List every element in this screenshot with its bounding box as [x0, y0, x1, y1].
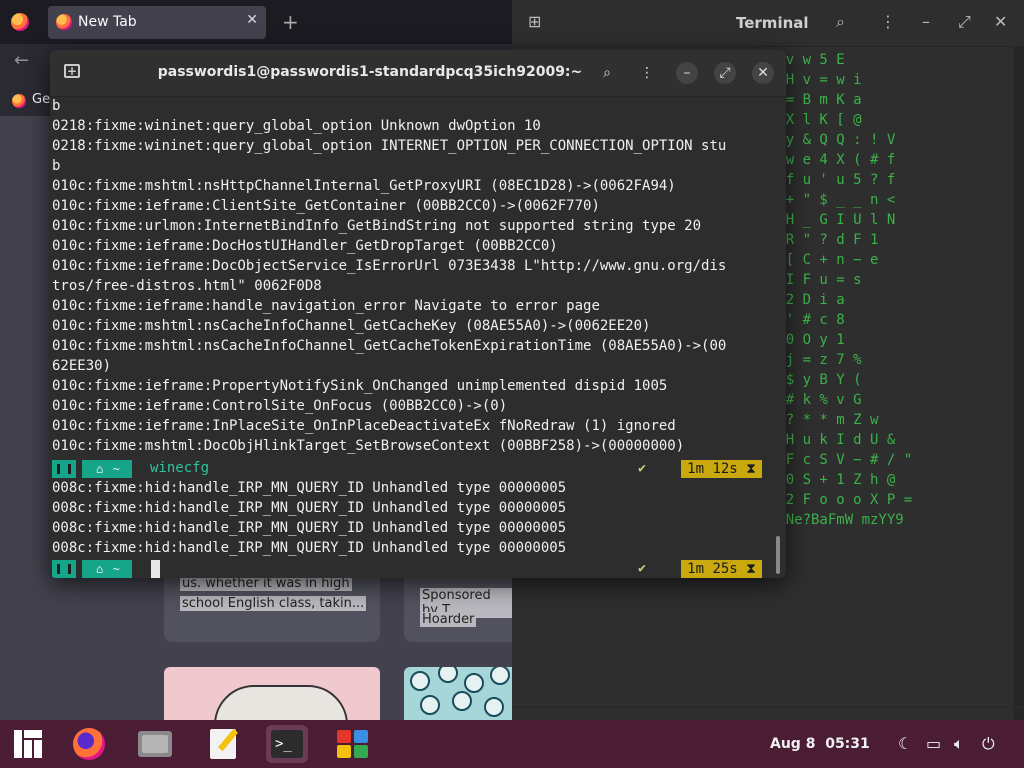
firefox-icon[interactable] [68, 725, 110, 763]
menu-icon[interactable]: ⋮ [880, 12, 896, 31]
terminal-line: 010c:fixme:mshtml:nsCacheInfoChannel_Get… [52, 318, 651, 334]
bookmark-favicon-icon [12, 94, 26, 108]
display-icon[interactable]: ▭ [926, 734, 941, 753]
terminal-line: 008c:fixme:hid:handle_IRP_MN_QUERY_ID Un… [52, 500, 567, 516]
terminal-title: passwordis1@passwordis1-standardpcq35ich… [157, 64, 583, 80]
maximize-icon[interactable]: ⤢ [714, 62, 736, 84]
terminal-line: 0218:fixme:wininet:query_global_option I… [52, 138, 727, 154]
command-duration: 1m 25s ⧗ [681, 560, 762, 578]
minimize-icon[interactable]: – [676, 62, 698, 84]
home-icon: ⌂ [96, 462, 104, 476]
software-icon[interactable] [332, 725, 374, 763]
terminal-window[interactable]: + passwordis1@passwordis1-standardpcq35i… [50, 50, 786, 578]
night-mode-icon[interactable]: ☾ [898, 734, 912, 753]
story-card-excerpt-1: us. whether it was in high [180, 576, 352, 591]
browser-tab-new-tab[interactable]: New Tab ✕ [48, 6, 266, 39]
close-icon[interactable]: ✕ [994, 12, 1007, 31]
terminal-line: 010c:fixme:ieframe:DocObjectService_IsEr… [52, 258, 727, 274]
clock[interactable]: Aug 8 05:31 [770, 736, 870, 752]
terminal-line: 010c:fixme:mshtml:nsCacheInfoChannel_Get… [52, 338, 727, 354]
divider [512, 706, 1024, 708]
prompt-path: ⌂ ~ [82, 560, 132, 578]
terminal-line: 010c:fixme:ieframe:ClientSite_GetContain… [52, 198, 600, 214]
background-terminal-title: Terminal [736, 14, 809, 32]
terminal-line: 008c:fixme:hid:handle_IRP_MN_QUERY_ID Un… [52, 480, 567, 496]
terminal-scrollbar[interactable] [776, 536, 780, 574]
search-icon[interactable]: ⌕ [596, 62, 618, 84]
minimize-icon[interactable]: – [922, 12, 930, 31]
terminal-line: 008c:fixme:hid:handle_IRP_MN_QUERY_ID Un… [52, 540, 567, 556]
taskbar: >_ Aug 8 05:31 ☾ ▭ 🔈︎ ⏻ [0, 720, 1024, 768]
home-icon: ⌂ [96, 562, 104, 576]
background-terminal-scrollbar[interactable] [1014, 46, 1024, 720]
clock-time: 05:31 [825, 736, 870, 752]
text-editor-icon[interactable] [202, 725, 244, 763]
terminal-line: b [52, 158, 61, 174]
power-icon[interactable]: ⏻ [982, 734, 995, 754]
menu-icon[interactable]: ⋮ [636, 62, 658, 84]
volume-icon[interactable]: 🔈︎ [954, 734, 964, 754]
prompt-command: winecfg [150, 460, 210, 476]
manjaro-logo-icon [52, 560, 76, 578]
terminal-line: 62EE30) [52, 358, 112, 374]
bookmark-item[interactable]: Ge [32, 92, 50, 107]
command-duration: 1m 12s ⧗ [681, 460, 762, 478]
background-terminal-header: ⊞ Terminal ⌕ ⋮ – ⤢ ✕ [512, 0, 1024, 47]
story-thumbnail-clocks[interactable] [404, 667, 512, 720]
manjaro-logo-icon[interactable] [14, 730, 42, 758]
manjaro-logo-icon [52, 460, 76, 478]
tab-close-icon[interactable]: ✕ [246, 12, 258, 28]
terminal-headerbar: + passwordis1@passwordis1-standardpcq35i… [50, 50, 786, 97]
story-card-excerpt-2: school English class, takin... [180, 596, 367, 611]
terminal-line: tros/free-distros.html" 0062F0D8 [52, 278, 322, 294]
maximize-icon[interactable]: ⤢ [958, 12, 971, 32]
firefox-icon[interactable] [11, 13, 29, 31]
search-icon[interactable]: ⌕ [836, 12, 845, 32]
files-icon[interactable] [134, 725, 176, 763]
sponsor-name: Hoarder [420, 612, 477, 627]
tab-favicon-icon [56, 14, 72, 30]
terminal-line: 010c:fixme:ieframe:DocHostUIHandler_GetD… [52, 238, 558, 254]
text-cursor [151, 560, 160, 578]
terminal-line: 010c:fixme:ieframe:handle_navigation_err… [52, 298, 600, 314]
clock-date: Aug 8 [770, 736, 816, 752]
story-thumbnail-hand[interactable] [164, 667, 380, 720]
prompt-line-1: ⌂ ~ winecfg ✔ 1m 12s ⧗ [52, 460, 762, 478]
terminal-line: 010c:fixme:ieframe:ControlSite_OnFocus (… [52, 398, 508, 414]
browser-tabbar: New Tab ✕ + [0, 0, 512, 44]
terminal-line: 0218:fixme:wininet:query_global_option U… [52, 118, 541, 134]
tab-title: New Tab [78, 14, 137, 30]
terminal-line: 008c:fixme:hid:handle_IRP_MN_QUERY_ID Un… [52, 520, 567, 536]
terminal-line: b [52, 98, 61, 114]
prompt-line-2[interactable]: ⌂ ~ ✔ 1m 25s ⧗ [52, 560, 762, 578]
terminal-line: 010c:fixme:ieframe:PropertyNotifySink_On… [52, 378, 668, 394]
status-ok-icon: ✔ [638, 461, 646, 476]
status-ok-icon: ✔ [638, 561, 646, 576]
new-tab-button[interactable]: + [282, 10, 299, 34]
prompt-path: ⌂ ~ [82, 460, 132, 478]
new-tab-icon[interactable]: ⊞ [528, 12, 541, 31]
back-button[interactable]: ← [14, 50, 29, 71]
terminal-icon[interactable]: >_ [266, 725, 308, 763]
terminal-line: 010c:fixme:mshtml:DocObjHlinkTarget_SetB… [52, 438, 685, 454]
terminal-line: 010c:fixme:urlmon:InternetBindInfo_GetBi… [52, 218, 702, 234]
terminal-line: 010c:fixme:ieframe:InPlaceSite_OnInPlace… [52, 418, 676, 434]
close-icon[interactable]: ✕ [752, 62, 774, 84]
terminal-line: 010c:fixme:mshtml:nsHttpChannelInternal_… [52, 178, 676, 194]
